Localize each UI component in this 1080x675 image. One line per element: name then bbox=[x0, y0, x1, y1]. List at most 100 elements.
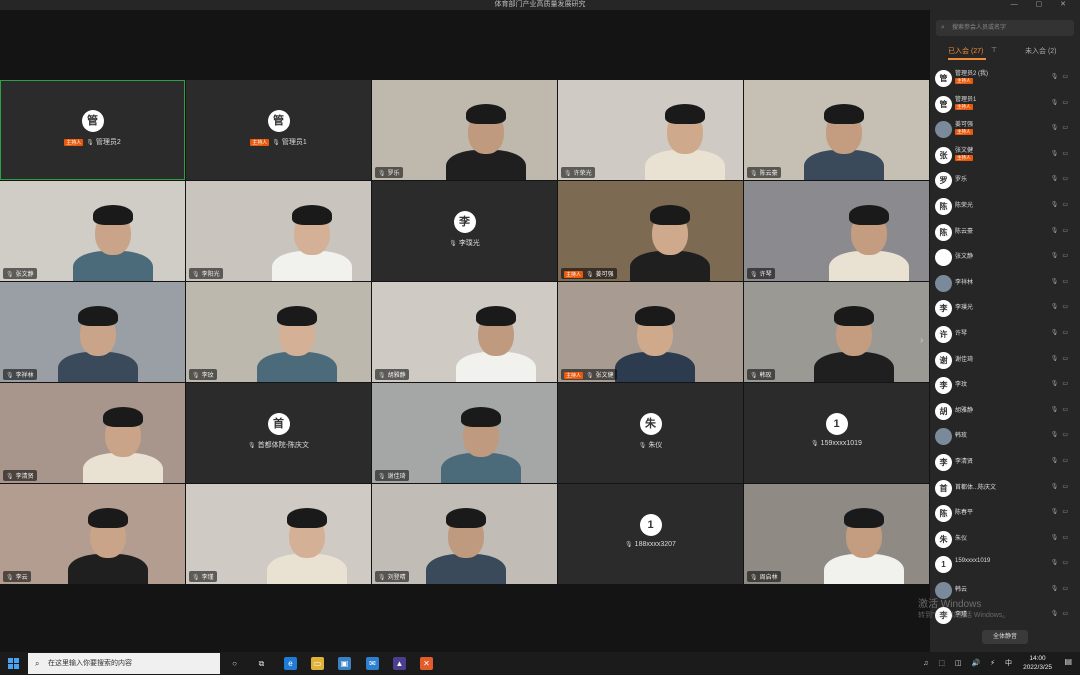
participant-row[interactable]: 张张文健 主持人 🎙▭ bbox=[930, 143, 1080, 169]
mic-camera-status-icon[interactable]: 🎙▭ bbox=[1051, 431, 1072, 438]
video-tile[interactable]: 主持人 🎙 姜可强 bbox=[558, 181, 743, 281]
video-tile[interactable]: 🎙 韩玫 bbox=[744, 282, 929, 382]
mic-camera-status-icon[interactable]: 🎙▭ bbox=[1051, 99, 1072, 106]
video-tile[interactable]: 🎙 李云 bbox=[0, 484, 185, 584]
taskbar-search-input[interactable]: ⌕ 在这里输入你要搜索的内容 bbox=[28, 653, 220, 674]
participant-row[interactable]: 1 159xxxx1019 🎙▭ bbox=[930, 552, 1080, 578]
tab-not-joined[interactable]: 未入会 (2) bbox=[1025, 46, 1057, 56]
start-button[interactable] bbox=[8, 658, 20, 670]
mic-camera-status-icon[interactable]: 🎙▭ bbox=[1051, 457, 1072, 464]
mic-camera-status-icon[interactable]: 🎙▭ bbox=[1051, 329, 1072, 336]
participant-name-tag: 🎙 胡雅静 bbox=[375, 369, 409, 380]
participant-row[interactable]: 李李玟 🎙▭ bbox=[930, 373, 1080, 399]
participant-row[interactable]: 许许琴 🎙▭ bbox=[930, 322, 1080, 348]
mic-camera-status-icon[interactable]: 🎙▭ bbox=[1051, 610, 1072, 617]
participant-name: 188xxxx3207 bbox=[634, 541, 676, 548]
mail-icon[interactable]: ✉ bbox=[366, 657, 379, 670]
mic-camera-status-icon[interactable]: 🎙▭ bbox=[1051, 252, 1072, 259]
window-controls[interactable]: — ▢ ✕ bbox=[1011, 0, 1074, 10]
mic-muted-icon: 🎙 bbox=[6, 373, 14, 379]
mic-camera-status-icon[interactable]: 🎙▭ bbox=[1051, 585, 1072, 592]
participant-row[interactable]: 罗罗乐 🎙▭ bbox=[930, 168, 1080, 194]
notification-icon[interactable]: ▤ bbox=[1064, 657, 1072, 666]
system-tray[interactable]: ♫ ⬚ ◫ 🔊 ⚡ 中 bbox=[923, 658, 1016, 668]
tab-joined[interactable]: 已入会 (27) bbox=[948, 46, 983, 56]
participant-row[interactable]: 谢谢佳琦 🎙▭ bbox=[930, 348, 1080, 374]
mic-camera-status-icon[interactable]: 🎙▭ bbox=[1051, 406, 1072, 413]
video-tile[interactable]: 🎙 罗乐 bbox=[372, 80, 557, 180]
filter-icon[interactable]: ⊤ bbox=[991, 46, 997, 54]
participant-name: 陈云豪 bbox=[759, 171, 778, 177]
video-tile[interactable]: 🎙 周启林 bbox=[744, 484, 929, 584]
video-tile[interactable]: 🎙 李清贤 bbox=[0, 383, 185, 483]
mic-camera-status-icon[interactable]: 🎙▭ bbox=[1051, 355, 1072, 362]
video-tile[interactable]: 🎙 许琴 bbox=[744, 181, 929, 281]
mic-camera-status-icon[interactable]: 🎙▭ bbox=[1051, 559, 1072, 566]
video-tile[interactable]: 🎙 刘登晴 bbox=[372, 484, 557, 584]
mic-camera-status-icon[interactable]: 🎙▭ bbox=[1051, 303, 1072, 310]
video-tile[interactable]: 🎙 李玟 bbox=[186, 282, 371, 382]
edge-icon[interactable]: e bbox=[284, 657, 297, 670]
participant-row[interactable]: 陈陈春平 🎙▭ bbox=[930, 501, 1080, 527]
mic-camera-status-icon[interactable]: 🎙▭ bbox=[1051, 278, 1072, 285]
photos-icon[interactable]: ▲ bbox=[393, 657, 406, 670]
video-tile[interactable]: 🎙 李阳光 bbox=[186, 181, 371, 281]
participant-row[interactable]: 姜可强 主持人 🎙▭ bbox=[930, 117, 1080, 143]
video-tile[interactable]: 管主持人 🎙 管理员1 bbox=[186, 80, 371, 180]
video-tile[interactable]: 🎙 许荣光 bbox=[558, 80, 743, 180]
cortana-icon[interactable]: ○ bbox=[228, 657, 241, 670]
mic-camera-status-icon[interactable]: 🎙▭ bbox=[1051, 150, 1072, 157]
participant-row[interactable]: 李李璞光 🎙▭ bbox=[930, 296, 1080, 322]
video-tile[interactable]: 主持人 🎙 张文健 bbox=[558, 282, 743, 382]
participant-row[interactable]: 陈陈荣光 🎙▭ bbox=[930, 194, 1080, 220]
tray-icons[interactable]: ♫ ⬚ ◫ 🔊 ⚡ bbox=[923, 660, 999, 667]
participant-row[interactable]: 张文静 🎙▭ bbox=[930, 245, 1080, 271]
participant-row[interactable]: 陈陈云豪 🎙▭ bbox=[930, 220, 1080, 246]
video-tile[interactable]: 🎙 胡雅静 bbox=[372, 282, 557, 382]
taskbar-clock[interactable]: 14:00 2022/3/25 bbox=[1023, 654, 1052, 672]
file-explorer-icon[interactable]: ▭ bbox=[311, 657, 324, 670]
video-tile[interactable]: 1 🎙 159xxxx1019 bbox=[744, 383, 929, 483]
video-tile[interactable]: 李 🎙 李璞光 bbox=[372, 181, 557, 281]
window-titlebar: 体育部门产业高质量发展研究 — ▢ ✕ bbox=[0, 0, 1080, 10]
video-tile[interactable]: 1 🎙 188xxxx3207 bbox=[558, 484, 743, 584]
mic-camera-status-icon[interactable]: 🎙▭ bbox=[1051, 534, 1072, 541]
participant-row[interactable]: 韩玫 🎙▭ bbox=[930, 424, 1080, 450]
participant-name-tag: 主持人 🎙 张文健 bbox=[561, 369, 617, 380]
participant-row[interactable]: 朱朱仪 🎙▭ bbox=[930, 527, 1080, 553]
video-tile[interactable]: 🎙 李瑾 bbox=[186, 484, 371, 584]
participant-name: 谢佳琦 bbox=[955, 356, 974, 363]
mic-camera-status-icon[interactable]: 🎙▭ bbox=[1051, 508, 1072, 515]
next-page-arrow-icon[interactable]: › bbox=[920, 335, 923, 346]
video-tile[interactable]: 🎙 陈云豪 bbox=[744, 80, 929, 180]
mute-all-button[interactable]: 全体静音 bbox=[982, 630, 1028, 644]
video-tile[interactable]: 管主持人 🎙 管理员2 bbox=[0, 80, 185, 180]
mic-camera-status-icon[interactable]: 🎙▭ bbox=[1051, 73, 1072, 80]
mic-camera-status-icon[interactable]: 🎙▭ bbox=[1051, 175, 1072, 182]
mic-camera-status-icon[interactable]: 🎙▭ bbox=[1051, 227, 1072, 234]
participant-row[interactable]: 管管理员1 主持人 🎙▭ bbox=[930, 92, 1080, 118]
video-tile[interactable]: 首 🎙 首都体院-陈庆文 bbox=[186, 383, 371, 483]
mic-camera-status-icon[interactable]: 🎙▭ bbox=[1051, 201, 1072, 208]
participant-row[interactable]: 胡胡雅静 🎙▭ bbox=[930, 399, 1080, 425]
task-view-icon[interactable]: ⧉ bbox=[255, 657, 268, 670]
participant-name: 首都体院-陈庆文 bbox=[257, 442, 309, 449]
participant-row[interactable]: 李祥林 🎙▭ bbox=[930, 271, 1080, 297]
participant-name: 周启林 bbox=[759, 575, 778, 581]
mic-camera-status-icon[interactable]: 🎙▭ bbox=[1051, 483, 1072, 490]
participant-row[interactable]: 首首都体...陈庆文 🎙▭ bbox=[930, 476, 1080, 502]
video-tile[interactable]: 朱 🎙 朱仪 bbox=[558, 383, 743, 483]
video-tile[interactable]: 🎙 谢佳琦 bbox=[372, 383, 557, 483]
mic-camera-status-icon[interactable]: 🎙▭ bbox=[1051, 380, 1072, 387]
participant-row[interactable]: 管管理员2 (我) 主持人 🎙▭ bbox=[930, 66, 1080, 92]
participant-name: 李清贤 bbox=[955, 458, 974, 465]
mic-camera-status-icon[interactable]: 🎙▭ bbox=[1051, 124, 1072, 131]
video-tile[interactable]: 🎙 张文静 bbox=[0, 181, 185, 281]
video-tile[interactable]: 🎙 李祥林 bbox=[0, 282, 185, 382]
participant-row[interactable]: 李李清贤 🎙▭ bbox=[930, 450, 1080, 476]
meeting-app-icon[interactable]: ✕ bbox=[420, 657, 433, 670]
participant-search-input[interactable]: ⌕ 搜索参会人员或名字 bbox=[936, 20, 1074, 36]
participant-name: 胡雅静 bbox=[387, 373, 406, 379]
ime-indicator[interactable]: 中 bbox=[1005, 660, 1016, 667]
store-icon[interactable]: ▣ bbox=[338, 657, 351, 670]
